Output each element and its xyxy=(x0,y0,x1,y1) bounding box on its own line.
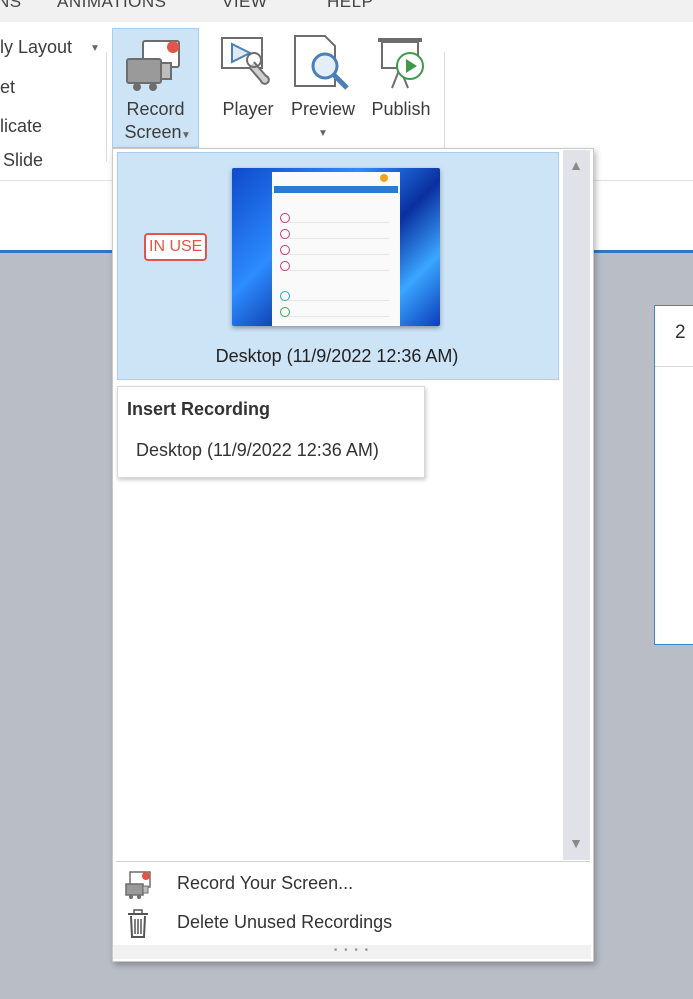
slide-number: 2 xyxy=(675,322,686,343)
thumbnail-row xyxy=(280,229,390,239)
delete-unused-recordings-label: Delete Unused Recordings xyxy=(177,912,393,932)
publish-icon xyxy=(378,38,424,89)
chevron-down-icon[interactable]: ▼ xyxy=(90,43,100,54)
record-your-screen-menu-item[interactable]: Record Your Screen... xyxy=(116,866,590,904)
menu-divider xyxy=(116,861,590,862)
apply-layout-button[interactable]: ly Layout xyxy=(0,37,72,58)
reset-button[interactable]: et xyxy=(0,77,15,98)
thumbnail-row xyxy=(280,307,390,317)
ribbon-divider xyxy=(444,52,445,162)
in-use-badge: IN USE xyxy=(144,233,208,261)
thumbnail-row xyxy=(280,245,390,255)
tab-transitions[interactable]: NS xyxy=(0,0,22,12)
player-label: Player xyxy=(222,99,274,119)
player-button[interactable]: Player xyxy=(212,30,284,140)
publish-label: Publish xyxy=(371,99,431,119)
preview-label: Preview xyxy=(290,99,356,119)
preview-icon xyxy=(294,35,349,90)
thumbnail-banner xyxy=(274,186,398,193)
record-your-screen-label: Record Your Screen... xyxy=(177,873,354,893)
duplicate-button[interactable]: licate xyxy=(0,116,42,137)
new-slide-button[interactable]: Slide xyxy=(3,150,43,171)
publish-button[interactable]: Publish xyxy=(364,30,438,140)
record-screen-label-line1: Record xyxy=(126,99,185,119)
thumbnail-status-dot xyxy=(380,174,388,182)
player-icon xyxy=(221,37,270,85)
ribbon-tabs-bar: NS ANIMATIONS VIEW HELP xyxy=(0,0,693,23)
scroll-down-icon[interactable]: ▼ xyxy=(565,832,587,854)
trash-icon xyxy=(128,909,148,938)
resize-grip[interactable]: • • • • xyxy=(113,945,591,959)
tab-help[interactable]: HELP xyxy=(327,0,373,12)
record-screen-icon xyxy=(125,871,151,899)
chevron-down-icon[interactable]: ▼ xyxy=(181,130,191,141)
thumbnail-row xyxy=(280,291,390,301)
insert-recording-title: Insert Recording xyxy=(127,399,271,419)
tab-animations[interactable]: ANIMATIONS xyxy=(57,0,167,12)
record-screen-icon xyxy=(126,40,180,91)
scroll-up-icon[interactable]: ▲ xyxy=(565,154,587,176)
tab-view[interactable]: VIEW xyxy=(222,0,267,12)
dropdown-scrollbar[interactable] xyxy=(563,150,590,860)
preview-button[interactable]: Preview ▼ xyxy=(285,30,361,152)
ribbon-divider xyxy=(106,52,107,162)
thumbnail-row xyxy=(280,213,390,223)
recording-thumbnail xyxy=(232,168,440,326)
recording-caption: Desktop (11/9/2022 12:36 AM) xyxy=(215,346,459,366)
slide-header xyxy=(655,306,693,367)
thumbnail-row xyxy=(280,261,390,271)
insert-recording-item[interactable]: Desktop (11/9/2022 12:36 AM) xyxy=(136,440,379,461)
chevron-down-icon[interactable]: ▼ xyxy=(318,128,328,139)
record-screen-button[interactable]: Record Screen ▼ xyxy=(112,28,199,148)
delete-unused-recordings-menu-item[interactable]: Delete Unused Recordings xyxy=(116,905,590,943)
